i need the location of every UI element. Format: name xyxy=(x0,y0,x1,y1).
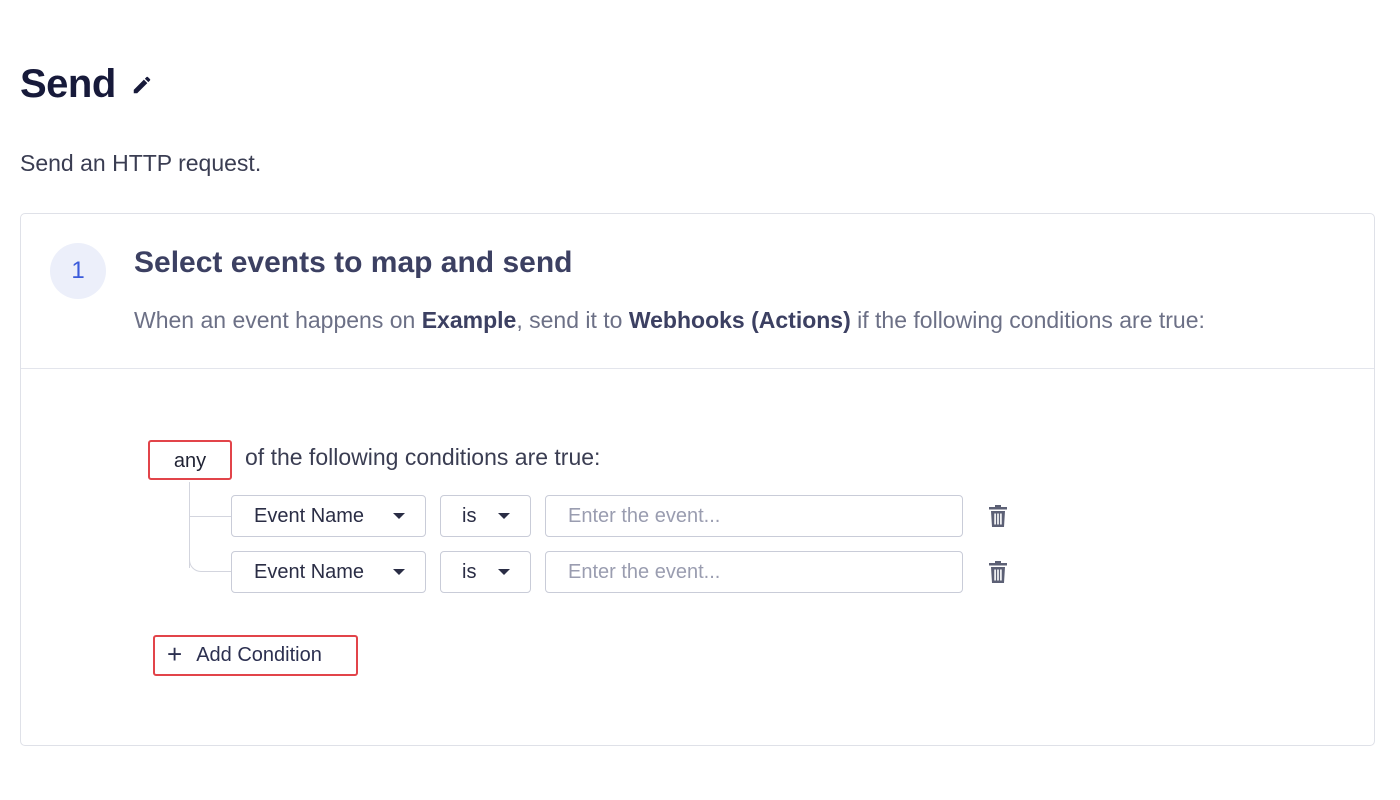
tree-connector-branch-2 xyxy=(189,556,231,572)
field-dropdown-label: Event Name xyxy=(254,504,365,527)
destination-name: Webhooks (Actions) xyxy=(628,307,851,333)
event-value-input[interactable] xyxy=(545,495,963,537)
page-header: Send xyxy=(20,62,154,107)
pencil-icon xyxy=(133,76,151,93)
desc-prefix: When an event happens on xyxy=(134,307,422,333)
trash-icon xyxy=(989,505,1007,527)
chevron-down-icon xyxy=(393,569,405,575)
conditions-intro: of the following conditions are true: xyxy=(245,444,601,470)
add-condition-label: Add Condition xyxy=(196,644,322,666)
add-condition-button[interactable]: + Add Condition xyxy=(153,635,358,676)
step-description: When an event happens on Example, send i… xyxy=(134,307,1205,334)
operator-dropdown[interactable]: is xyxy=(440,551,531,593)
edit-title-button[interactable] xyxy=(130,73,154,97)
desc-suffix: if the following conditions are true: xyxy=(850,307,1205,333)
match-mode-select[interactable]: any xyxy=(148,440,232,480)
card-header: 1 Select events to map and send When an … xyxy=(21,214,1374,369)
source-name: Example xyxy=(421,307,517,333)
desc-middle: , send it to xyxy=(516,307,629,333)
delete-condition-button[interactable] xyxy=(988,560,1008,584)
chevron-down-icon xyxy=(393,513,405,519)
trash-icon xyxy=(989,561,1007,583)
plus-icon: + xyxy=(167,639,183,669)
step-title: Select events to map and send xyxy=(134,246,573,279)
field-dropdown[interactable]: Event Name xyxy=(231,551,426,593)
operator-dropdown-label: is xyxy=(462,504,477,527)
operator-dropdown[interactable]: is xyxy=(440,495,531,537)
event-value-input[interactable] xyxy=(545,551,963,593)
page-title: Send xyxy=(20,62,116,106)
field-dropdown-label: Event Name xyxy=(254,560,365,583)
event-selection-card: 1 Select events to map and send When an … xyxy=(20,213,1375,746)
step-number-badge: 1 xyxy=(50,243,106,299)
page-subtitle: Send an HTTP request. xyxy=(20,150,262,176)
field-dropdown[interactable]: Event Name xyxy=(231,495,426,537)
condition-row: Event Name is xyxy=(231,495,1008,537)
chevron-down-icon xyxy=(498,569,510,575)
tree-connector-branch-1 xyxy=(189,516,231,517)
delete-condition-button[interactable] xyxy=(988,504,1008,528)
condition-row: Event Name is xyxy=(231,551,1008,593)
operator-dropdown-label: is xyxy=(462,560,477,583)
chevron-down-icon xyxy=(498,513,510,519)
